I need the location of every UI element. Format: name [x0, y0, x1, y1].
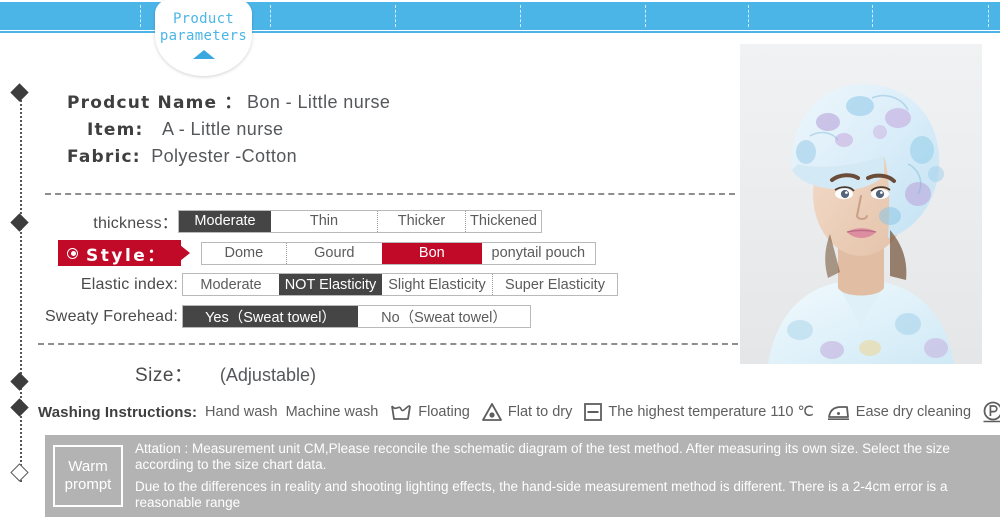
washing-item-floating: Floating	[418, 404, 470, 420]
banner-dash	[520, 5, 521, 27]
option-super-elasticity[interactable]: Super Elasticity	[492, 274, 617, 295]
product-name-label: Prodcut Name ：	[67, 93, 243, 113]
product-parameters-page: Product parameters Prodcut Name ： Bon - …	[0, 0, 1000, 524]
option-yes-sweat-towel[interactable]: Yes（Sweat towel）	[183, 306, 358, 327]
option-ponytail-pouch[interactable]: ponytail pouch	[481, 242, 595, 264]
rail-diamond	[10, 372, 29, 391]
product-name-value: Bon - Little nurse	[247, 92, 391, 112]
banner-dash	[988, 5, 989, 27]
option-moderate[interactable]: Moderate	[179, 210, 271, 232]
elastic-label: Elastic index:	[80, 275, 178, 293]
triangle-up-icon	[192, 50, 215, 59]
product-fabric-value: Polyester -Cotton	[151, 146, 298, 166]
style-label-banner: Style：	[58, 240, 190, 266]
option-bon[interactable]: Bon	[381, 242, 482, 264]
banner-dash	[645, 5, 646, 27]
washing-item-dry-cleaning: Ease dry cleaning	[855, 404, 972, 420]
elastic-options[interactable]: Moderate NOT Elasticity Slight Elasticity S…	[182, 273, 618, 296]
washing-item-hand-wash: Hand wash	[205, 404, 278, 420]
washing-label: Washing Instructions:	[38, 403, 198, 421]
option-thin[interactable]: Thin	[271, 210, 377, 232]
banner-dash	[140, 5, 141, 27]
style-label: Style：	[86, 245, 167, 266]
spec-row-thickness: thickness： Moderate Thin Thicker Thickened	[78, 209, 542, 233]
model-illustration	[740, 44, 982, 364]
iron-icon	[825, 402, 851, 422]
warm-prompt-paragraph-2: Due to the differences in reality and sh…	[135, 479, 948, 510]
washing-instructions-row: Washing Instructions: Hand wash Machine …	[38, 400, 1000, 424]
warm-prompt-badge-line1: Warm	[68, 458, 108, 475]
option-thicker[interactable]: Thicker	[377, 210, 465, 232]
product-fabric-label: Fabric:	[67, 147, 141, 167]
left-dotted-rail	[20, 92, 22, 482]
option-moderate[interactable]: Moderate	[183, 274, 279, 295]
spec-row-elastic: Elastic index: Moderate NOT Elasticity Sli…	[63, 273, 618, 296]
size-label: Size：	[135, 365, 194, 386]
option-thickened[interactable]: Thickened	[465, 210, 541, 232]
product-item-value: A - Little nurse	[161, 119, 284, 139]
badge-line-1: Product	[172, 11, 235, 27]
washing-item-machine-wash: Machine wash	[285, 404, 379, 420]
product-model-photo	[740, 44, 982, 364]
sweaty-label: Sweaty Forehead:	[44, 307, 178, 325]
top-banner	[0, 2, 1000, 30]
product-info-block: Prodcut Name ： Bon - Little nurse Item: …	[45, 88, 745, 173]
product-fabric-line: Fabric: Polyester -Cotton	[45, 146, 745, 167]
size-value: (Adjustable)	[219, 365, 316, 385]
rail-diamond-hollow	[10, 463, 29, 482]
section-divider-bottom	[38, 343, 738, 345]
warm-prompt-badge: Warm prompt	[53, 445, 123, 507]
triangle-dot-icon	[481, 401, 503, 423]
banner-dash	[748, 5, 749, 27]
badge-line-2: parameters	[159, 28, 248, 44]
rail-diamond	[10, 213, 29, 232]
option-not-elasticity[interactable]: NOT Elasticity	[279, 274, 382, 295]
warm-prompt-paragraph-1: Attation : Measurement unit CM,Please re…	[135, 441, 950, 472]
size-row: Size： (Adjustable)	[135, 360, 316, 387]
warm-prompt-badge-line2: prompt	[64, 476, 112, 493]
circled-p-icon	[982, 400, 1000, 424]
washing-item-temperature: The highest temperature 110 ℃	[608, 404, 814, 420]
product-parameters-badge: Product parameters	[155, 0, 252, 76]
banner-dash	[872, 5, 873, 27]
washing-item-flat-to-dry: Flat to dry	[507, 404, 573, 420]
option-gourd[interactable]: Gourd	[285, 242, 382, 264]
style-options[interactable]: Dome Gourd Bon ponytail pouch	[200, 241, 596, 265]
product-item-line: Item: A - Little nurse	[45, 119, 745, 140]
option-no-sweat-towel[interactable]: No（Sweat towel）	[358, 306, 530, 327]
rail-diamond	[10, 83, 29, 102]
option-slight-elasticity[interactable]: Slight Elasticity	[382, 274, 492, 295]
section-divider-top	[45, 193, 735, 195]
warm-prompt-body: Attation : Measurement unit CM,Please re…	[135, 441, 985, 511]
thickness-options[interactable]: Moderate Thin Thicker Thickened	[178, 209, 542, 233]
sweaty-options[interactable]: Yes（Sweat towel） No（Sweat towel）	[182, 305, 531, 328]
product-name-line: Prodcut Name ： Bon - Little nurse	[45, 88, 745, 113]
rail-diamond	[10, 398, 29, 417]
radio-dot-icon	[67, 247, 78, 259]
option-dome[interactable]: Dome	[201, 242, 286, 264]
washtub-icon	[389, 401, 413, 423]
warm-prompt-box: Warm prompt Attation : Measurement unit …	[45, 435, 1000, 517]
banner-underline	[0, 31, 1000, 33]
product-item-label: Item:	[87, 120, 144, 140]
spec-row-sweaty: Sweaty Forehead: Yes（Sweat towel） No（Swea…	[33, 305, 531, 328]
thickness-label: thickness：	[93, 215, 178, 232]
square-bar-icon	[583, 401, 603, 423]
banner-dash	[270, 5, 271, 27]
spec-row-style: Style： Dome Gourd Bon ponytail pouch	[58, 240, 596, 266]
banner-dash	[395, 5, 396, 27]
